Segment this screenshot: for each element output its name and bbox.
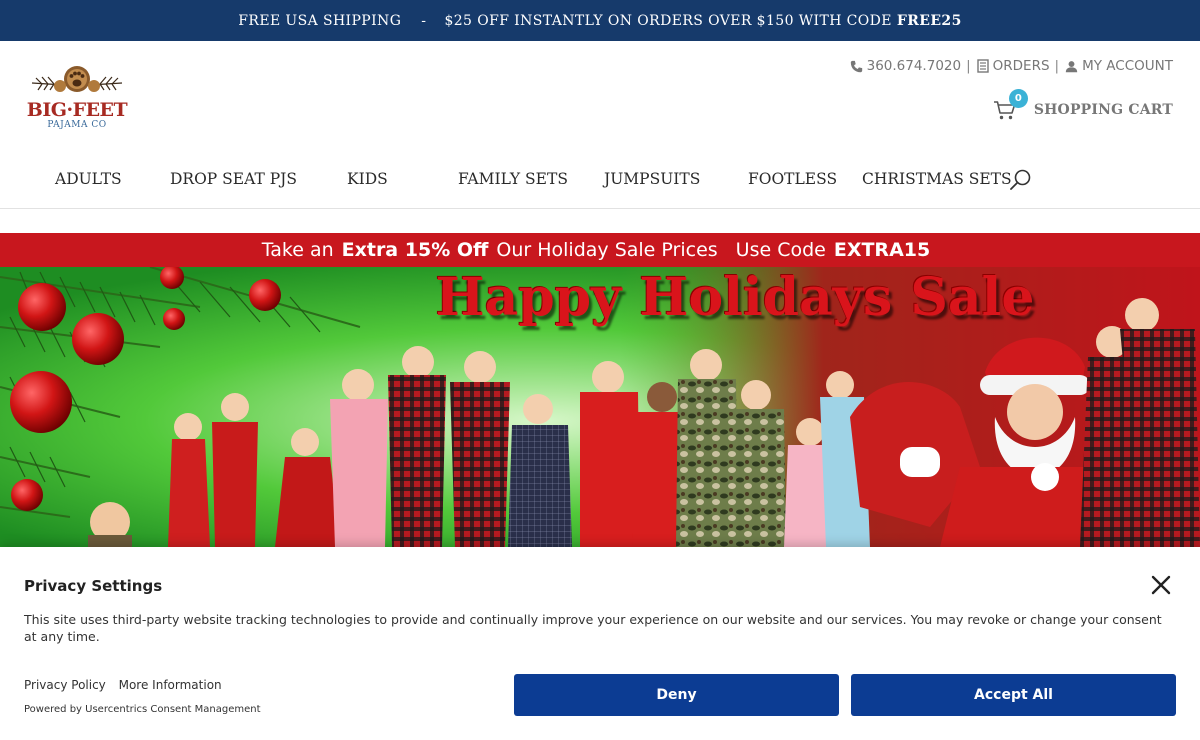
promo-shipping: FREE USA SHIPPING xyxy=(238,12,402,29)
privacy-description: This site uses third-party website track… xyxy=(24,612,1162,644)
shopping-cart[interactable]: 0 SHOPPING CART xyxy=(993,89,1173,122)
cart-icon-wrap: 0 xyxy=(993,89,1028,122)
logo-wordmark: BIG·FEET xyxy=(26,99,128,121)
hero-title: Happy Holidays Sale xyxy=(435,267,1035,328)
orders-icon xyxy=(976,59,989,73)
account-link[interactable]: MY ACCOUNT xyxy=(1065,58,1173,74)
logo-subtitle: PAJAMA CO xyxy=(47,120,107,130)
utility-links: 360.674.7020 | ORDERS | MY ACCOUNT xyxy=(850,58,1173,74)
sale-discount: Extra 15% Off xyxy=(341,239,489,261)
user-icon xyxy=(1065,60,1078,72)
sale-banner[interactable]: Take an Extra 15% Off Our Holiday Sale P… xyxy=(0,233,1200,267)
utility-divider: | xyxy=(1054,58,1060,74)
close-icon[interactable] xyxy=(1150,574,1172,596)
nav-item-footless[interactable]: FOOTLESS xyxy=(748,170,837,188)
nav-item-jumpsuits[interactable]: JUMPSUITS xyxy=(604,170,700,188)
nav-item-drop-seat-pjs[interactable]: DROP SEAT PJS xyxy=(170,170,297,188)
site-header: BIG·FEET PAJAMA CO 360.674.7020 | ORDERS… xyxy=(0,41,1200,209)
accept-all-button[interactable]: Accept All xyxy=(851,674,1176,716)
sale-use-code: Use Code xyxy=(735,239,826,261)
logo[interactable]: BIG·FEET PAJAMA CO xyxy=(24,63,130,137)
nav-item-kids[interactable]: KIDS xyxy=(347,170,388,188)
hero-banner[interactable]: Happy Holidays Sale xyxy=(0,267,1200,547)
promo-code: FREE25 xyxy=(896,12,962,29)
sale-lead: Take an xyxy=(261,239,334,261)
sale-code: EXTRA15 xyxy=(833,239,931,261)
nav-item-family-sets[interactable]: FAMILY SETS xyxy=(458,170,568,188)
nav-item-christmas-sets[interactable]: CHRISTMAS SETS xyxy=(862,170,1012,188)
more-information-link[interactable]: More Information xyxy=(119,678,222,692)
cart-label: SHOPPING CART xyxy=(1033,102,1173,118)
main-nav: ADULTS DROP SEAT PJS KIDS FAMILY SETS JU… xyxy=(0,164,1200,198)
phone-link[interactable]: 360.674.7020 xyxy=(850,58,961,74)
promo-bar: FREE USA SHIPPING - $25 OFF INSTANTLY ON… xyxy=(0,0,1200,41)
deny-button[interactable]: Deny xyxy=(514,674,839,716)
promo-offer: $25 OFF INSTANTLY ON ORDERS OVER $150 WI… xyxy=(444,12,892,29)
privacy-policy-link[interactable]: Privacy Policy xyxy=(24,678,106,692)
search-icon[interactable] xyxy=(1009,168,1033,192)
orders-label: ORDERS xyxy=(992,58,1050,74)
privacy-title: Privacy Settings xyxy=(24,577,163,595)
phone-number: 360.674.7020 xyxy=(866,58,962,74)
privacy-settings-banner: Privacy Settings This site uses third-pa… xyxy=(0,547,1200,740)
nav-item-adults[interactable]: ADULTS xyxy=(55,170,122,188)
cart-count-badge: 0 xyxy=(1008,89,1028,108)
orders-link[interactable]: ORDERS xyxy=(976,58,1050,74)
account-label: MY ACCOUNT xyxy=(1082,58,1173,74)
powered-by-text: Powered by Usercentrics Consent Manageme… xyxy=(24,704,261,715)
promo-separator: - xyxy=(421,12,427,29)
utility-divider: | xyxy=(966,58,971,74)
privacy-links: Privacy Policy More Information xyxy=(24,678,231,692)
sale-middle: Our Holiday Sale Prices xyxy=(496,239,718,261)
phone-icon xyxy=(850,60,862,72)
